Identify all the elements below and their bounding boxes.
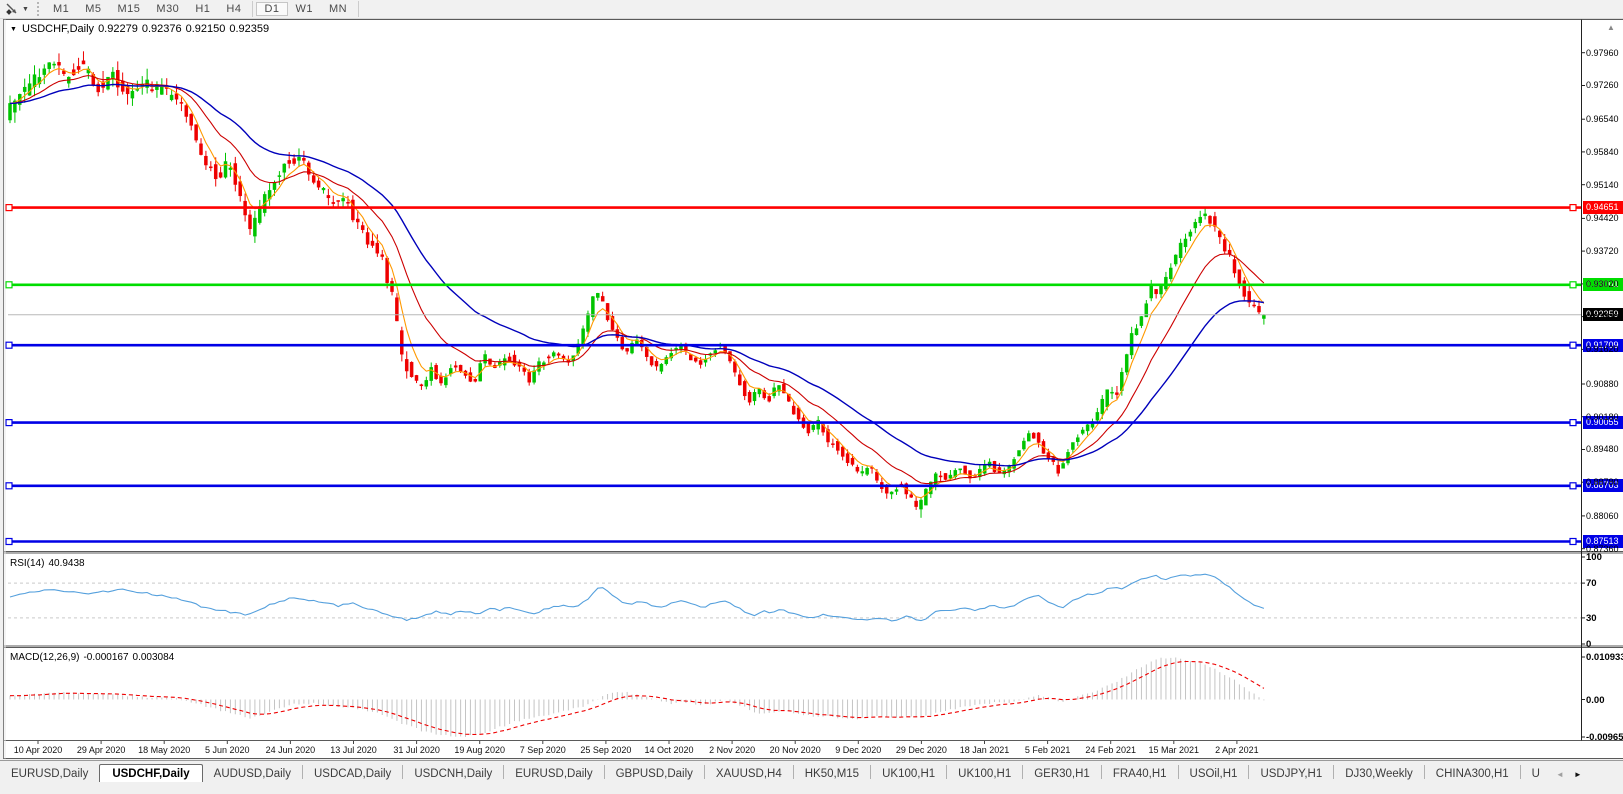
ma-fast-line[interactable]: [10, 69, 1264, 498]
line-handle[interactable]: [1570, 205, 1576, 211]
macd-pane: [10, 657, 1585, 737]
rsi-line: [10, 574, 1264, 621]
moving-average-lines: [10, 69, 1264, 498]
line-handle[interactable]: [6, 205, 12, 211]
chart-tab-USDCHF-Daily[interactable]: USDCHF,Daily: [99, 764, 202, 784]
pane-borders: [3, 20, 1623, 759]
chart-tab-USDJPY-H1[interactable]: USDJPY,H1: [1249, 765, 1333, 783]
line-handle[interactable]: [1570, 483, 1576, 489]
close-value: 0.92359: [229, 23, 269, 35]
symbol-period-label: USDCHF,Daily: [22, 23, 94, 35]
rsi-pane: [8, 557, 1585, 644]
macd-main-value: -0.000167: [83, 652, 128, 663]
chart-tab-CHINA300-H1[interactable]: CHINA300,H1: [1425, 765, 1520, 783]
line-handle[interactable]: [6, 282, 12, 288]
macd-name: MACD(12,26,9): [10, 652, 79, 663]
chart-tab-EURUSD-Daily[interactable]: EURUSD,Daily: [504, 765, 603, 783]
chart-tab-USDCNH-Daily[interactable]: USDCNH,Daily: [403, 765, 503, 783]
low-value: 0.92150: [186, 23, 226, 35]
chart-tab-USOil-H1[interactable]: USOil,H1: [1179, 765, 1249, 783]
chart-tab-UK100-H1[interactable]: UK100,H1: [947, 765, 1022, 783]
chart-tab-HK50-M15[interactable]: HK50,M15: [794, 765, 870, 783]
chart-tab-XAUUSD-H4[interactable]: XAUUSD,H4: [705, 765, 793, 783]
horizontal-object-lines: [6, 205, 1581, 545]
chart-tab-UK100-H1[interactable]: UK100,H1: [871, 765, 946, 783]
collapse-arrow-icon[interactable]: ▼: [10, 26, 17, 33]
line-handle[interactable]: [1570, 342, 1576, 348]
chart-tab-GBPUSD-Daily[interactable]: GBPUSD,Daily: [605, 765, 704, 783]
line-handle[interactable]: [1570, 420, 1576, 426]
scroll-marker-icon[interactable]: ▲: [1607, 23, 1615, 32]
chart-title: ▼ USDCHF,Daily 0.92279 0.92376 0.921500.9235…: [10, 23, 273, 35]
line-handle[interactable]: [1570, 282, 1576, 288]
line-handle[interactable]: [6, 483, 12, 489]
chart-tab-bar: EURUSD,DailyUSDCHF,DailyAUDUSD,DailyUSDC…: [0, 760, 1623, 783]
line-handle[interactable]: [6, 342, 12, 348]
chart-tab-U[interactable]: U: [1521, 765, 1551, 783]
rsi-value: 40.9438: [48, 558, 84, 569]
line-handle[interactable]: [6, 420, 12, 426]
line-handle[interactable]: [1570, 539, 1576, 545]
high-value: 0.92376: [142, 23, 182, 35]
tab-scroll-left-icon[interactable]: ◄: [1551, 770, 1569, 779]
rsi-name: RSI(14): [10, 558, 44, 569]
chart-tab-USDCAD-Daily[interactable]: USDCAD,Daily: [303, 765, 402, 783]
line-handle[interactable]: [6, 539, 12, 545]
chart-tab-AUDUSD-Daily[interactable]: AUDUSD,Daily: [203, 765, 302, 783]
macd-indicator-label: MACD(12,26,9) -0.000167 0.003084: [10, 652, 178, 663]
open-value: 0.92279: [98, 23, 138, 35]
rsi-indicator-label: RSI(14) 40.9438: [10, 558, 89, 569]
macd-signal-value: 0.003084: [133, 652, 175, 663]
mt4-window: ▼ M1M5M15M30H1H4D1W1MN 0.946510.930010.9…: [0, 0, 1623, 794]
chart-tab-FRA40-H1[interactable]: FRA40,H1: [1102, 765, 1178, 783]
status-bar: [0, 782, 1623, 794]
chart-tab-DJ30-Weekly[interactable]: DJ30,Weekly: [1334, 765, 1424, 783]
ma-slow-line[interactable]: [10, 84, 1264, 465]
date-tick-marks: [38, 741, 1237, 744]
chart-tab-EURUSD-Daily[interactable]: EURUSD,Daily: [0, 765, 99, 783]
chart-tab-GER30-H1[interactable]: GER30,H1: [1023, 765, 1101, 783]
tab-scroll-right-icon[interactable]: ►: [1569, 770, 1587, 779]
chart-canvas[interactable]: [0, 0, 1623, 794]
